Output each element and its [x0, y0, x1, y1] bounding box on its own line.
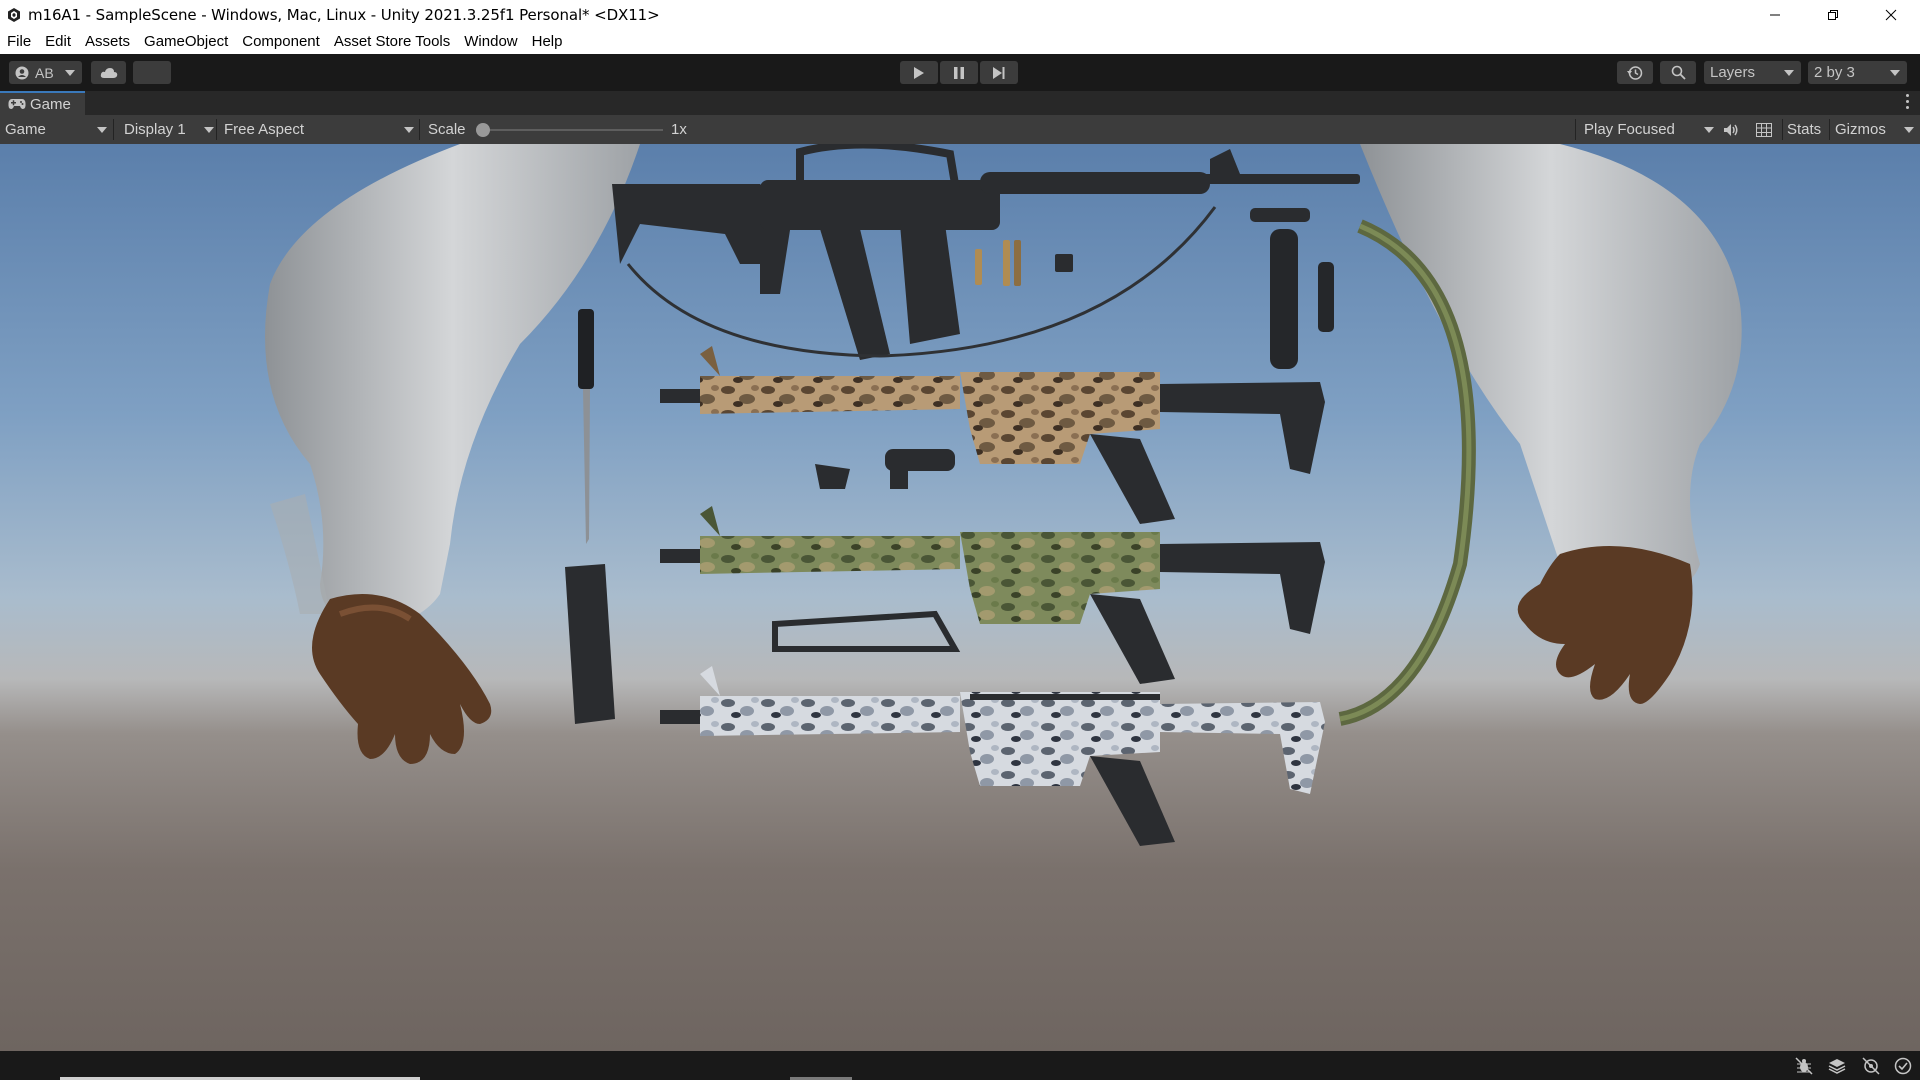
history-button[interactable]: [1617, 61, 1653, 84]
display-label: Display 1: [124, 121, 186, 138]
game-view-controls: Game Display 1 Free Aspect Scale 1x Play…: [0, 115, 1920, 144]
aspect-label: Free Aspect: [224, 121, 305, 138]
gizmos-label: Gizmos: [1835, 121, 1886, 138]
gizmos-button[interactable]: Gizmos: [1835, 115, 1915, 144]
menu-help[interactable]: Help: [525, 29, 570, 54]
minimize-button[interactable]: [1746, 0, 1804, 29]
scene-render: [265, 144, 1742, 846]
pause-button[interactable]: [940, 61, 978, 84]
view-mode-label: Game: [5, 121, 46, 138]
scale-value: 1x: [671, 121, 687, 138]
layers-dropdown[interactable]: Layers: [1704, 61, 1801, 84]
account-dropdown[interactable]: AB: [9, 61, 82, 84]
search-button[interactable]: [1660, 61, 1696, 84]
status-bar: [0, 1051, 1920, 1080]
aspect-dropdown[interactable]: Free Aspect: [224, 115, 414, 144]
window-title: m16A1 - SampleScene - Windows, Mac, Linu…: [28, 5, 660, 24]
mute-audio-button[interactable]: [1723, 115, 1739, 144]
game-panel-tabbar: Game: [0, 91, 1920, 115]
menu-assets[interactable]: Assets: [78, 29, 137, 54]
game-viewport[interactable]: [0, 144, 1920, 1051]
network-icon[interactable]: [1862, 1057, 1880, 1075]
layout-label: 2 by 3: [1814, 64, 1855, 81]
layers-label: Layers: [1710, 64, 1756, 81]
restore-button[interactable]: [1804, 0, 1862, 29]
close-icon: [1885, 9, 1897, 20]
cloud-button[interactable]: [91, 61, 126, 84]
menu-asset-store-tools[interactable]: Asset Store Tools: [327, 29, 457, 54]
grid-icon: [1756, 122, 1772, 137]
speaker-icon: [1724, 123, 1738, 136]
gamepad-icon: [8, 99, 26, 109]
step-icon: [993, 66, 1005, 79]
menu-file[interactable]: File: [0, 29, 38, 54]
main-toolbar: AB Layers 2 by 3: [0, 54, 1920, 91]
menu-window[interactable]: Window: [457, 29, 524, 54]
menu-edit[interactable]: Edit: [38, 29, 78, 54]
play-icon: [914, 66, 924, 79]
account-label: AB: [35, 64, 54, 81]
bug-icon[interactable]: [1795, 1057, 1813, 1075]
play-mode-label: Play Focused: [1584, 121, 1675, 138]
unity-logo-icon: [8, 7, 20, 22]
display-dropdown[interactable]: Display 1: [124, 115, 216, 144]
minimize-icon: [1770, 14, 1780, 15]
tab-game[interactable]: Game: [0, 91, 85, 115]
pause-icon: [954, 66, 964, 79]
menu-gameobject[interactable]: GameObject: [137, 29, 235, 54]
play-button[interactable]: [900, 61, 938, 84]
layout-dropdown[interactable]: 2 by 3: [1808, 61, 1907, 84]
check-icon[interactable]: [1894, 1057, 1912, 1075]
panel-menu-icon[interactable]: [1906, 94, 1910, 112]
window-titlebar: m16A1 - SampleScene - Windows, Mac, Linu…: [0, 0, 1920, 29]
step-button[interactable]: [980, 61, 1018, 84]
scale-slider-track[interactable]: [483, 129, 663, 131]
grid-toggle-button[interactable]: [1756, 115, 1772, 144]
restore-icon: [1828, 9, 1838, 20]
cloud-icon: [100, 67, 117, 78]
scale-slider-handle[interactable]: [476, 123, 490, 137]
tab-game-label: Game: [30, 95, 71, 113]
close-button[interactable]: [1862, 0, 1920, 29]
layers-icon[interactable]: [1828, 1057, 1846, 1075]
scale-label: Scale: [428, 121, 466, 138]
menu-bar: File Edit Assets GameObject Component As…: [0, 29, 1920, 54]
stats-button[interactable]: Stats: [1787, 115, 1821, 144]
play-mode-dropdown[interactable]: Play Focused: [1584, 115, 1714, 144]
collab-button[interactable]: [133, 61, 171, 84]
menu-component[interactable]: Component: [235, 29, 327, 54]
search-icon: [1671, 65, 1686, 80]
account-icon: [15, 66, 29, 79]
view-mode-dropdown[interactable]: Game: [5, 115, 110, 144]
history-icon: [1627, 65, 1643, 80]
